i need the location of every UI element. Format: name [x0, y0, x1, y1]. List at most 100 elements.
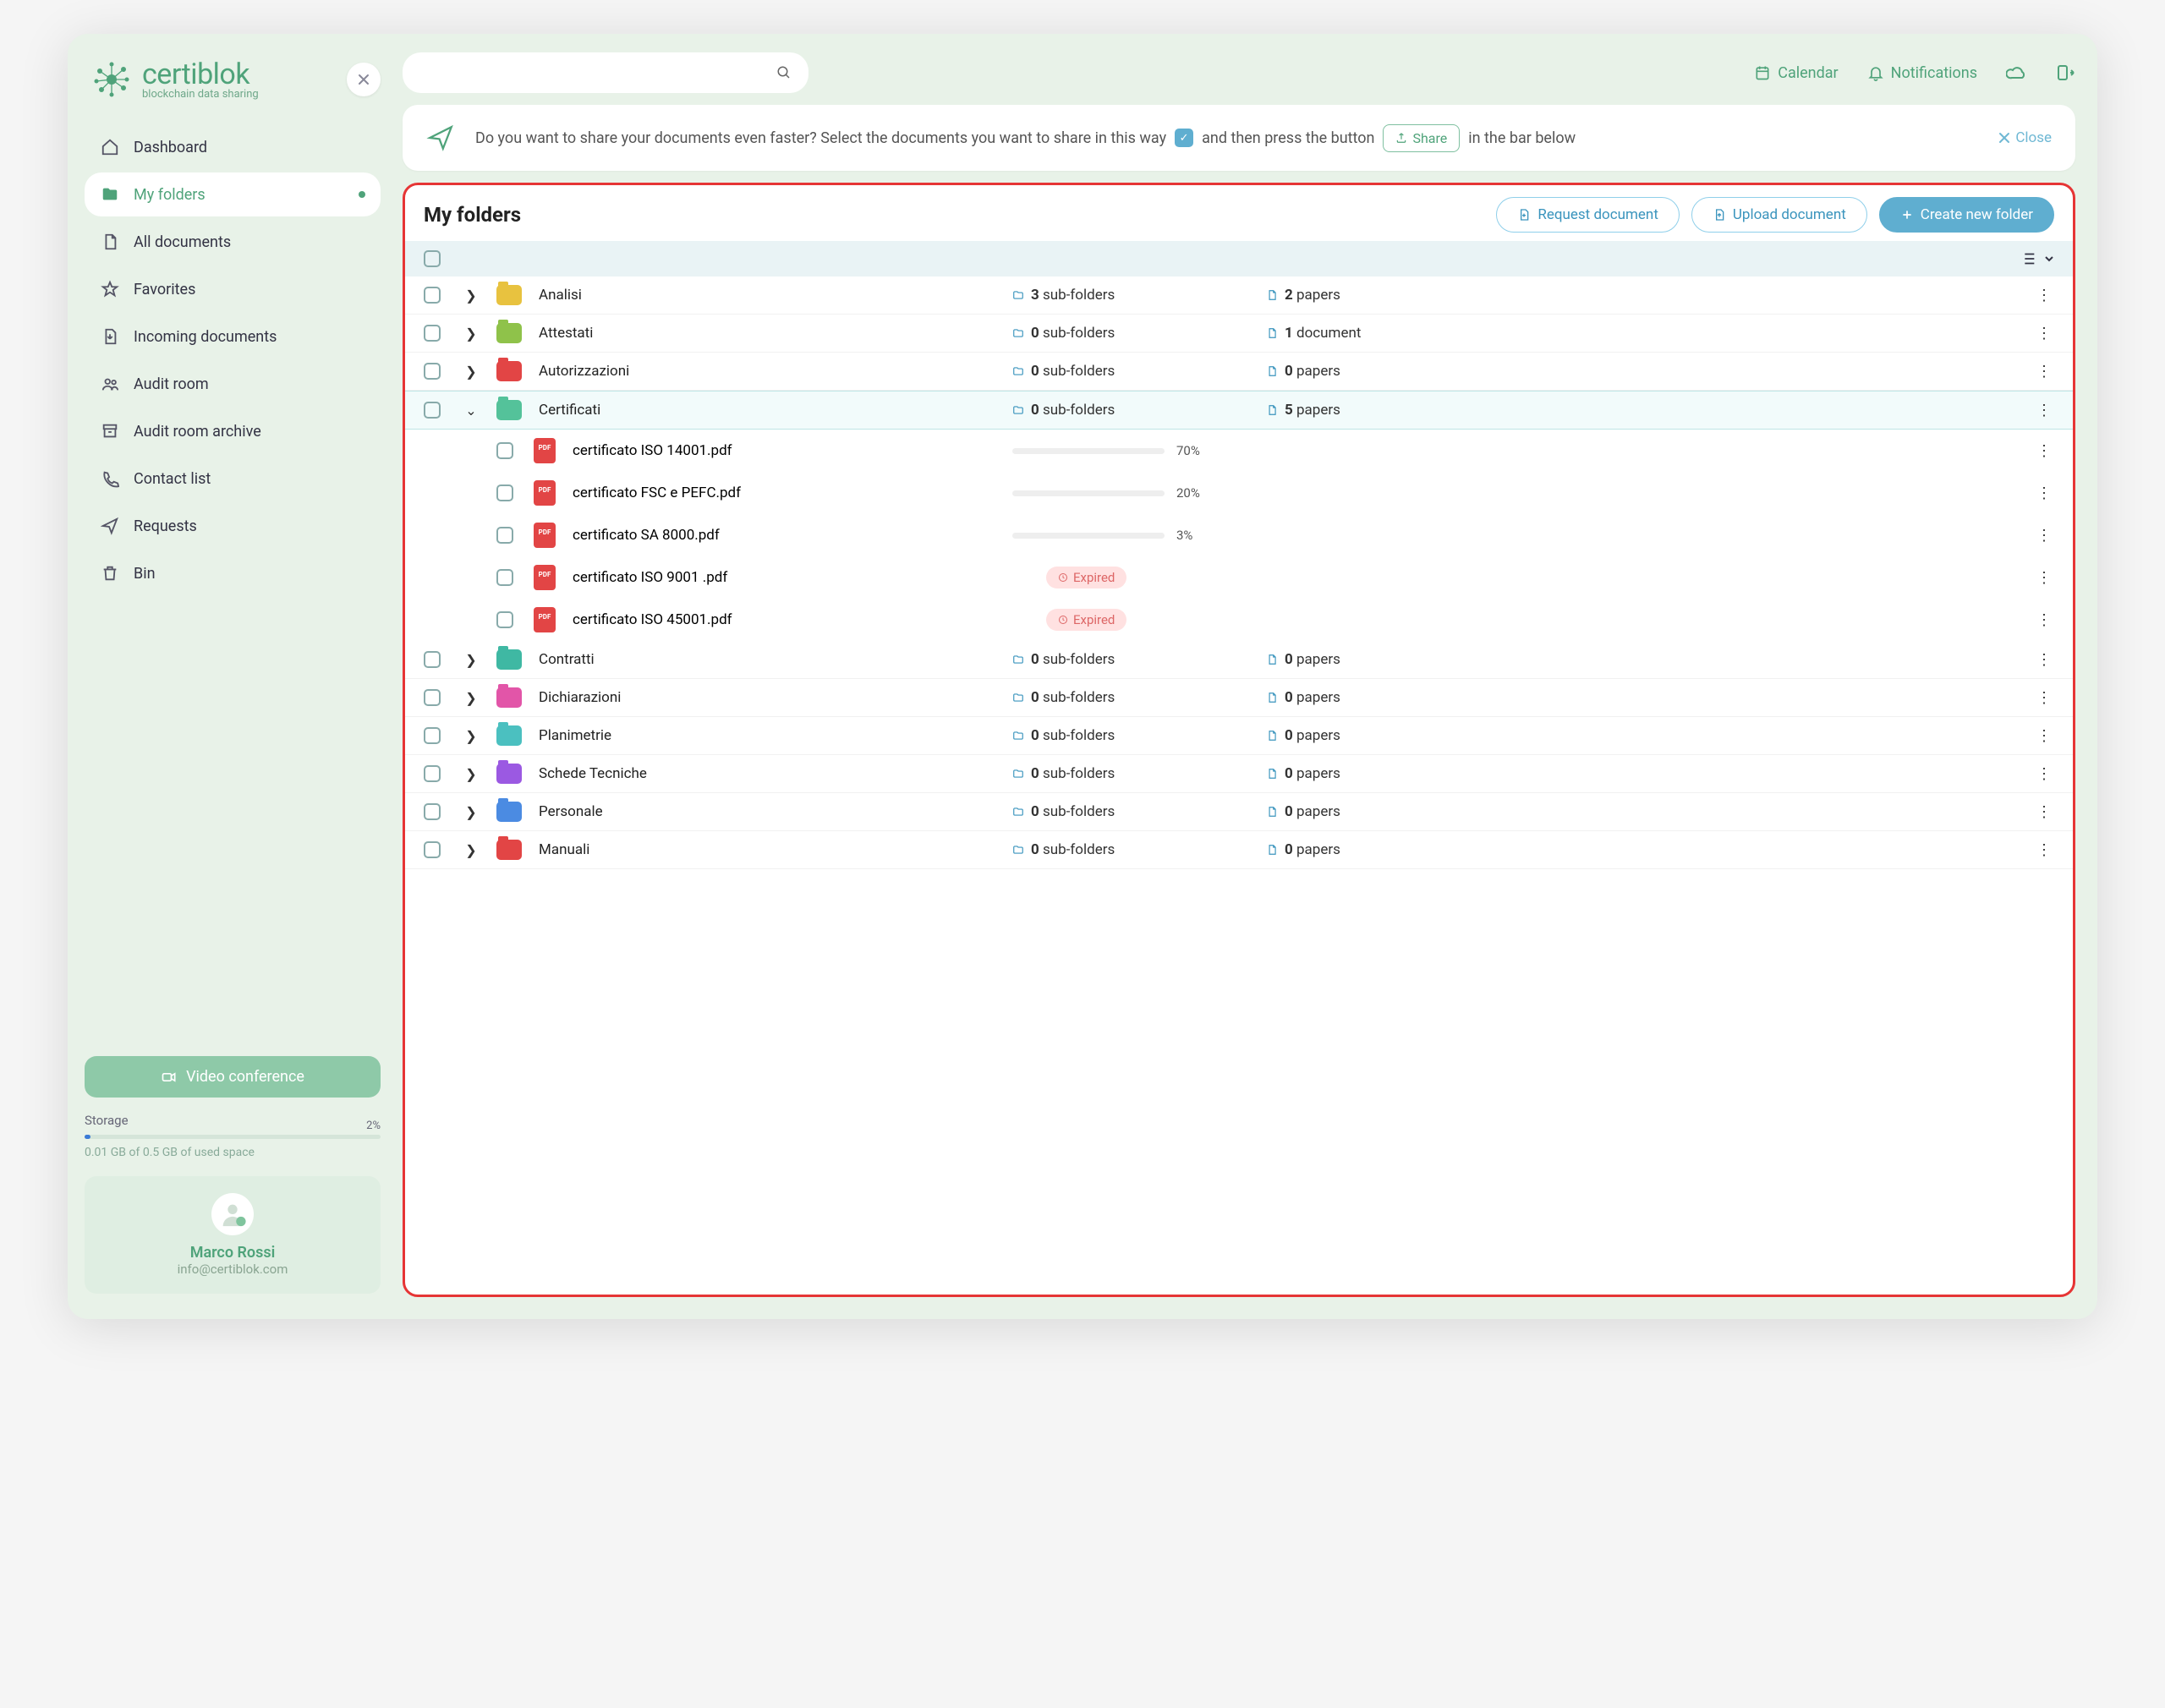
folder-row[interactable]: ❯Contratti0 sub-folders0 papers⋮ — [405, 641, 2073, 679]
row-checkbox[interactable] — [424, 651, 441, 668]
nav-dashboard[interactable]: Dashboard — [85, 125, 381, 169]
upload-document-button[interactable]: Upload document — [1691, 197, 1867, 233]
chevron-right-icon[interactable]: ❯ — [461, 326, 481, 342]
folder-row[interactable]: ❯Analisi3 sub-folders2 papers⋮ — [405, 276, 2073, 315]
document-outline-icon — [1266, 365, 1278, 377]
row-more-button[interactable]: ⋮ — [2033, 611, 2054, 629]
folder-row[interactable]: ❯Dichiarazioni0 sub-folders0 papers⋮ — [405, 679, 2073, 717]
file-progress: 70% — [1012, 443, 1266, 458]
chevron-right-icon[interactable]: ❯ — [461, 652, 481, 668]
row-checkbox[interactable] — [424, 765, 441, 782]
nav-incoming[interactable]: Incoming documents — [85, 315, 381, 359]
folder-row[interactable]: ⌄Certificati0 sub-folders5 papers⋮ — [405, 391, 2073, 430]
folder-row[interactable]: ❯Personale0 sub-folders0 papers⋮ — [405, 793, 2073, 831]
file-row[interactable]: certificato FSC e PEFC.pdf20%⋮ — [405, 472, 2073, 514]
document-outline-icon — [1266, 844, 1278, 856]
folder-outline-icon — [1012, 365, 1024, 377]
chevron-right-icon[interactable]: ❯ — [461, 690, 481, 706]
file-status: Expired — [1012, 609, 1266, 631]
search-input-wrap[interactable] — [403, 52, 808, 93]
folder-row[interactable]: ❯Schede Tecniche0 sub-folders0 papers⋮ — [405, 755, 2073, 793]
row-more-button[interactable]: ⋮ — [2033, 727, 2054, 745]
row-checkbox[interactable] — [496, 611, 513, 628]
logout-button[interactable] — [2055, 63, 2075, 83]
request-document-button[interactable]: Request document — [1496, 197, 1680, 233]
banner-close-button[interactable]: Close — [1998, 129, 2052, 146]
close-icon — [358, 74, 370, 85]
document-outline-icon — [1266, 692, 1278, 703]
row-checkbox[interactable] — [424, 287, 441, 304]
row-more-button[interactable]: ⋮ — [2033, 363, 2054, 380]
row-more-button[interactable]: ⋮ — [2033, 442, 2054, 460]
file-row[interactable]: certificato ISO 45001.pdf Expired⋮ — [405, 599, 2073, 641]
papers-count: 0 papers — [1266, 689, 1486, 706]
view-toggle[interactable] — [2019, 249, 2054, 268]
chevron-right-icon[interactable]: ❯ — [461, 287, 481, 304]
nav-my-folders[interactable]: My folders — [85, 172, 381, 216]
create-folder-button[interactable]: Create new folder — [1879, 197, 2054, 233]
file-row[interactable]: certificato ISO 14001.pdf70%⋮ — [405, 430, 2073, 472]
nav-audit-room[interactable]: Audit room — [85, 362, 381, 406]
row-more-button[interactable]: ⋮ — [2033, 287, 2054, 304]
list-icon — [2019, 249, 2037, 268]
folder-row[interactable]: ❯Manuali0 sub-folders0 papers⋮ — [405, 831, 2073, 869]
close-icon — [1998, 132, 2010, 144]
sync-button[interactable] — [2006, 63, 2026, 83]
chevron-down-icon[interactable]: ⌄ — [461, 402, 481, 419]
row-more-button[interactable]: ⋮ — [2033, 651, 2054, 669]
row-more-button[interactable]: ⋮ — [2033, 484, 2054, 502]
chevron-right-icon[interactable]: ❯ — [461, 766, 481, 782]
chevron-right-icon[interactable]: ❯ — [461, 364, 481, 380]
pdf-icon — [534, 523, 556, 548]
nav-all-documents[interactable]: All documents — [85, 220, 381, 264]
row-more-button[interactable]: ⋮ — [2033, 527, 2054, 545]
row-checkbox[interactable] — [424, 841, 441, 858]
row-more-button[interactable]: ⋮ — [2033, 841, 2054, 859]
row-checkbox[interactable] — [496, 527, 513, 544]
nav-favorites[interactable]: Favorites — [85, 267, 381, 311]
calendar-link[interactable]: Calendar — [1754, 64, 1838, 82]
nav-requests[interactable]: Requests — [85, 504, 381, 548]
content-card: My folders Request document Upload docum… — [403, 183, 2075, 1297]
folder-row[interactable]: ❯Attestati0 sub-folders1 document⋮ — [405, 315, 2073, 353]
chevron-right-icon[interactable]: ❯ — [461, 842, 481, 858]
row-more-button[interactable]: ⋮ — [2033, 402, 2054, 419]
notifications-label: Notifications — [1891, 64, 1977, 82]
row-checkbox[interactable] — [424, 363, 441, 380]
row-checkbox[interactable] — [496, 442, 513, 459]
folder-icon — [100, 184, 120, 205]
progress-bar — [1012, 490, 1165, 496]
row-checkbox[interactable] — [424, 803, 441, 820]
video-btn-label: Video conference — [186, 1068, 304, 1086]
banner-text-b: and then press the button — [1202, 129, 1374, 147]
notifications-link[interactable]: Notifications — [1867, 64, 1977, 82]
row-checkbox[interactable] — [496, 484, 513, 501]
row-checkbox[interactable] — [424, 325, 441, 342]
chevron-right-icon[interactable]: ❯ — [461, 804, 481, 820]
row-more-button[interactable]: ⋮ — [2033, 803, 2054, 821]
file-row[interactable]: certificato ISO 9001 .pdf Expired⋮ — [405, 556, 2073, 599]
row-more-button[interactable]: ⋮ — [2033, 325, 2054, 342]
nav-audit-archive[interactable]: Audit room archive — [85, 409, 381, 453]
row-checkbox[interactable] — [496, 569, 513, 586]
row-checkbox[interactable] — [424, 727, 441, 744]
folder-row[interactable]: ❯Autorizzazioni0 sub-folders0 papers⋮ — [405, 353, 2073, 391]
file-status: Expired — [1012, 567, 1266, 588]
row-more-button[interactable]: ⋮ — [2033, 689, 2054, 707]
chevron-right-icon[interactable]: ❯ — [461, 728, 481, 744]
subfolders-count: 0 sub-folders — [1012, 689, 1266, 706]
select-all-checkbox[interactable] — [424, 250, 441, 267]
file-row[interactable]: certificato SA 8000.pdf3%⋮ — [405, 514, 2073, 556]
nav-label: Dashboard — [134, 139, 207, 156]
nav-bin[interactable]: Bin — [85, 551, 381, 595]
row-checkbox[interactable] — [424, 402, 441, 419]
row-more-button[interactable]: ⋮ — [2033, 569, 2054, 587]
nav-contacts[interactable]: Contact list — [85, 457, 381, 501]
row-checkbox[interactable] — [424, 689, 441, 706]
collapse-sidebar-button[interactable] — [347, 63, 381, 96]
brand-tagline: blockchain data sharing — [142, 89, 259, 100]
folder-row[interactable]: ❯Planimetrie0 sub-folders0 papers⋮ — [405, 717, 2073, 755]
search-input[interactable] — [419, 65, 776, 81]
row-more-button[interactable]: ⋮ — [2033, 765, 2054, 783]
video-conference-button[interactable]: Video conference — [85, 1056, 381, 1098]
